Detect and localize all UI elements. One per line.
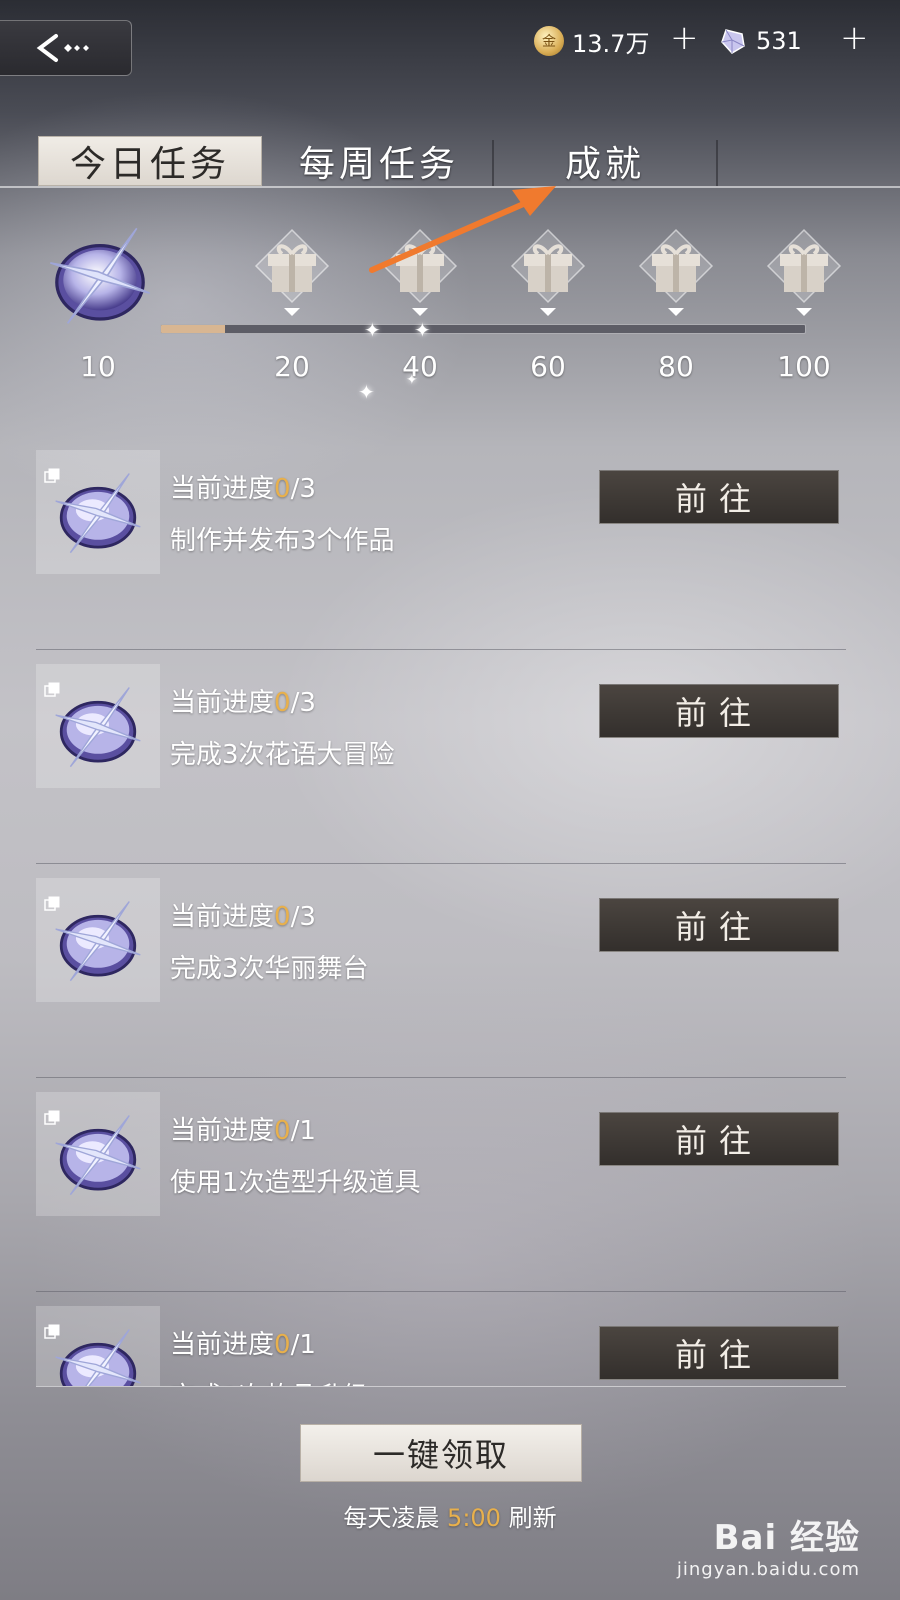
coin-amount: 13.7万 — [572, 29, 650, 58]
coin-icon: 金 — [534, 26, 564, 56]
add-gems-button[interactable]: + — [840, 18, 869, 58]
task-progress-current: 0 — [274, 902, 291, 932]
task-description: 使用1次造型升级道具 — [170, 1168, 421, 1198]
gift-icon[interactable] — [764, 226, 844, 322]
task-row: 当前进度0/3 完成3次华丽舞台 前往 — [36, 864, 846, 1078]
star-badge-icon — [50, 227, 150, 324]
milestone-label: 60 — [530, 350, 566, 383]
gift-icon[interactable] — [252, 226, 332, 322]
copy-icon — [44, 1324, 60, 1339]
copy-icon — [44, 682, 60, 697]
task-progress: 当前进度0/1 — [170, 1324, 316, 1361]
gem-balance: 531 — [718, 22, 802, 60]
gift-icon[interactable] — [508, 226, 588, 322]
star-badge-icon — [55, 473, 141, 554]
refresh-prefix: 每天凌晨 — [343, 1504, 440, 1532]
task-progress-current: 0 — [274, 1330, 291, 1360]
watermark-url: jingyan.baidu.com — [676, 1559, 860, 1580]
star-badge-icon — [55, 901, 141, 982]
sparkle-decoration: ✦ — [414, 318, 431, 342]
task-progress-current: 0 — [274, 474, 291, 504]
sparkle-decoration: ✦ — [358, 380, 375, 404]
task-progress-total: /3 — [290, 474, 316, 504]
copy-icon — [44, 468, 60, 483]
task-progress-total: /1 — [290, 1116, 316, 1146]
task-progress-total: /3 — [290, 902, 316, 932]
milestone-label: 40 — [402, 350, 438, 383]
activity-progress-bar — [160, 324, 806, 334]
task-row: 当前进度0/1 使用1次造型升级道具 前往 — [36, 1078, 846, 1292]
task-reward-icon — [36, 450, 160, 574]
coin-balance: 金 13.7万 — [534, 22, 649, 60]
go-button[interactable]: 前往 — [599, 1112, 839, 1166]
gift-icon[interactable] — [380, 226, 460, 322]
task-reward-icon — [36, 1092, 160, 1216]
task-progress-label: 当前进度 — [170, 1116, 275, 1146]
task-progress-current: 0 — [274, 1116, 291, 1146]
go-button[interactable]: 前往 — [599, 470, 839, 524]
task-description: 完成1次妆品升级 — [170, 1376, 369, 1386]
task-progress: 当前进度0/3 — [170, 468, 316, 505]
current-points: 10 — [80, 350, 116, 383]
baidu-jingyan-watermark: Bai 经验 jingyan.baidu.com — [677, 1510, 860, 1580]
tab-separator — [716, 140, 718, 186]
watermark-logo: Bai 经验 — [713, 1518, 860, 1558]
refresh-time: 5:00 — [447, 1504, 501, 1532]
task-progress-total: /1 — [290, 1330, 316, 1360]
tab-underline — [0, 186, 900, 188]
add-coins-button[interactable]: + — [670, 18, 699, 58]
go-button[interactable]: 前往 — [599, 1326, 839, 1380]
task-row: 当前进度0/3 制作并发布3个作品 前往 — [36, 436, 846, 650]
activity-progress-fill — [161, 325, 226, 333]
task-progress-current: 0 — [274, 688, 291, 718]
task-description: 制作并发布3个作品 — [170, 526, 395, 556]
back-button[interactable] — [0, 20, 132, 76]
star-badge-icon — [55, 1115, 141, 1196]
list-bottom-divider — [36, 1386, 846, 1387]
star-badge-icon — [55, 1329, 141, 1386]
task-progress-label: 当前进度 — [170, 688, 275, 718]
task-progress: 当前进度0/3 — [170, 896, 316, 933]
milestone-label: 20 — [274, 350, 310, 383]
task-reward-icon — [36, 1306, 160, 1386]
back-arrow-icon — [36, 34, 89, 62]
task-description: 完成3次花语大冒险 — [170, 740, 395, 770]
claim-all-button[interactable]: 一键领取 — [300, 1424, 582, 1482]
milestone-label: 100 — [777, 350, 831, 383]
copy-icon — [44, 896, 60, 911]
task-progress-label: 当前进度 — [170, 474, 275, 504]
gem-amount: 531 — [756, 27, 802, 55]
gift-icon[interactable] — [636, 226, 716, 322]
task-progress: 当前进度0/3 — [170, 682, 316, 719]
tab-achievements[interactable]: 成就 — [494, 136, 716, 186]
task-description: 完成3次华丽舞台 — [170, 954, 369, 984]
task-progress: 当前进度0/1 — [170, 1110, 316, 1147]
go-button[interactable]: 前往 — [599, 684, 839, 738]
task-reward-icon — [36, 878, 160, 1002]
refresh-suffix: 刷新 — [508, 1504, 557, 1532]
go-button[interactable]: 前往 — [599, 898, 839, 952]
star-badge-icon — [55, 687, 141, 768]
task-row: 当前进度0/1 完成1次妆品升级 前往 — [36, 1292, 846, 1386]
tab-daily-tasks[interactable]: 今日任务 — [38, 136, 262, 186]
copy-icon — [44, 1110, 60, 1125]
task-reward-icon — [36, 664, 160, 788]
task-row: 当前进度0/3 完成3次花语大冒险 前往 — [36, 650, 846, 864]
task-progress-total: /3 — [290, 688, 316, 718]
task-list[interactable]: 当前进度0/3 制作并发布3个作品 前往 当前进度0/3 完成3次花语大冒险 前往 当前进度… — [0, 436, 900, 1386]
task-progress-label: 当前进度 — [170, 902, 275, 932]
gem-icon — [721, 29, 745, 54]
sparkle-decoration: ✦ — [364, 318, 381, 342]
tab-weekly-tasks[interactable]: 每周任务 — [266, 136, 492, 186]
milestone-label: 80 — [658, 350, 694, 383]
task-progress-label: 当前进度 — [170, 1330, 275, 1360]
